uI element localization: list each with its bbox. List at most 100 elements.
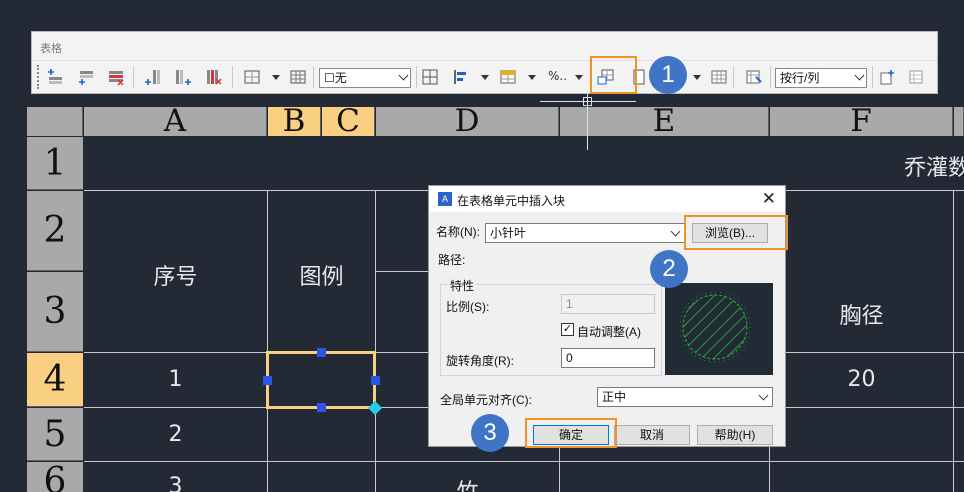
chevron-down-icon xyxy=(758,390,769,401)
toolbar-separator xyxy=(133,66,134,88)
help-button[interactable]: 帮助(H) xyxy=(697,425,773,445)
cell-row4-index: 1 xyxy=(168,367,183,392)
insert-column-right-icon[interactable] xyxy=(174,68,192,86)
corner-header[interactable] xyxy=(27,107,83,136)
toolbar-separator xyxy=(770,66,771,88)
highlight-ok xyxy=(525,418,617,448)
table-title: 乔灌数 xyxy=(903,156,964,181)
app-icon: A xyxy=(438,192,452,206)
toolbar-separator xyxy=(232,66,233,88)
cell-align-label: 全局单元对齐(C): xyxy=(440,393,532,407)
cancel-button[interactable]: 取消 xyxy=(614,425,690,445)
insert-formula-icon[interactable] xyxy=(710,68,728,86)
insert-direction-combo[interactable]: 按行/列 xyxy=(775,68,867,88)
cell-style-icon[interactable] xyxy=(499,68,517,86)
chevron-down-icon xyxy=(854,70,865,81)
col-header-e[interactable]: E xyxy=(560,106,769,137)
row-header-3[interactable]: 3 xyxy=(27,272,83,352)
row-header-2[interactable]: 2 xyxy=(27,191,83,271)
col-header-c[interactable]: C xyxy=(322,106,375,137)
cell-align-dropdown[interactable]: 正中 xyxy=(597,387,773,407)
path-label: 路径: xyxy=(438,253,466,267)
download-data-icon[interactable] xyxy=(908,68,926,86)
cell-borders-icon[interactable] xyxy=(421,68,439,86)
block-preview xyxy=(665,283,773,375)
highlight-browse xyxy=(684,215,788,250)
table-toolbar: 表格 ☐无 %.. 按行/列 xyxy=(31,31,938,94)
chevron-down-icon xyxy=(398,70,409,81)
cell-row4-dbh: 20 xyxy=(847,367,876,392)
toolbar-grip[interactable] xyxy=(37,65,39,89)
autofit-checkbox[interactable]: ✓ xyxy=(561,323,574,336)
grip-handle[interactable] xyxy=(317,348,326,357)
grip-handle[interactable] xyxy=(317,403,326,412)
highlight-insert-block xyxy=(590,56,637,94)
selected-cell[interactable] xyxy=(266,351,376,409)
row-header-5[interactable]: 5 xyxy=(27,408,83,461)
grip-handle[interactable] xyxy=(263,376,272,385)
properties-label: 特性 xyxy=(448,277,477,294)
col-header-b[interactable]: B xyxy=(268,106,321,137)
toolbar-separator xyxy=(313,66,314,88)
insert-direction-value: 按行/列 xyxy=(780,71,820,85)
cell-border-combo[interactable]: ☐无 xyxy=(319,68,411,88)
merge-cells-icon[interactable] xyxy=(243,68,261,86)
align-left-icon[interactable] xyxy=(452,68,470,86)
grid-line xyxy=(267,190,268,492)
merge-dropdown-arrow[interactable] xyxy=(272,75,280,80)
header-legend: 图例 xyxy=(299,265,344,290)
col-header-g[interactable] xyxy=(954,107,964,136)
header-dbh: 胸径 xyxy=(839,304,884,329)
col-header-a[interactable]: A xyxy=(84,106,267,137)
toolbar-separator xyxy=(872,66,873,88)
needle-leaf-icon xyxy=(679,291,751,363)
dialog-title: 在表格单元中插入块 xyxy=(457,194,566,208)
col-header-d[interactable]: D xyxy=(376,106,559,137)
block-name-dropdown[interactable]: 小针叶 xyxy=(485,223,685,243)
format-dropdown-arrow[interactable] xyxy=(575,75,583,80)
insert-row-above-icon[interactable] xyxy=(46,68,64,86)
delete-column-icon[interactable] xyxy=(205,68,223,86)
data-format-icon[interactable]: %.. xyxy=(548,69,567,83)
col-header-f[interactable]: F xyxy=(770,106,953,137)
cell-border-value: ☐无 xyxy=(324,71,347,85)
dialog-titlebar[interactable]: A 在表格单元中插入块 ✕ xyxy=(429,186,785,212)
row-header-1[interactable]: 1 xyxy=(27,137,83,190)
block-name-value: 小针叶 xyxy=(490,226,527,240)
grid-line xyxy=(84,461,964,462)
grid-line xyxy=(375,190,376,492)
cell-row5-index: 2 xyxy=(168,422,183,447)
cell-row6-name: 竹 xyxy=(376,474,559,492)
rotation-label: 旋转角度(R): xyxy=(446,354,514,368)
chevron-down-icon xyxy=(670,226,681,237)
scale-input[interactable]: 1 xyxy=(561,294,655,314)
crosshair-box xyxy=(583,97,592,106)
step-badge-3: 3 xyxy=(471,414,509,452)
step-badge-1: 1 xyxy=(649,56,687,94)
insert-dropdown-arrow[interactable] xyxy=(693,75,701,80)
header-index: 序号 xyxy=(153,265,198,290)
close-icon[interactable]: ✕ xyxy=(762,189,776,209)
row-header-6[interactable]: 6 xyxy=(27,461,83,492)
grid-line xyxy=(953,190,954,492)
unmerge-cells-icon[interactable] xyxy=(289,68,307,86)
align-dropdown-arrow[interactable] xyxy=(481,75,489,80)
toolbar-separator xyxy=(733,66,734,88)
cell-align-value: 正中 xyxy=(602,390,627,404)
grip-handle[interactable] xyxy=(371,376,380,385)
manage-cell-content-icon[interactable] xyxy=(745,68,763,86)
cell-row6-index: 3 xyxy=(168,474,183,492)
autofit-label: 自动调整(A) xyxy=(577,325,641,339)
rotation-input[interactable]: 0 xyxy=(561,348,655,368)
delete-row-icon[interactable] xyxy=(107,68,125,86)
insert-row-below-icon[interactable] xyxy=(77,68,95,86)
toolbar-divider xyxy=(32,60,937,61)
toolbar-title: 表格 xyxy=(40,43,62,55)
link-cell-icon[interactable] xyxy=(879,68,897,86)
row-header-4[interactable]: 4 xyxy=(27,353,83,407)
step-badge-2: 2 xyxy=(650,250,688,288)
style-dropdown-arrow[interactable] xyxy=(528,75,536,80)
scale-label: 比例(S): xyxy=(446,300,490,314)
toolbar-separator xyxy=(416,66,417,88)
insert-column-left-icon[interactable] xyxy=(144,68,162,86)
